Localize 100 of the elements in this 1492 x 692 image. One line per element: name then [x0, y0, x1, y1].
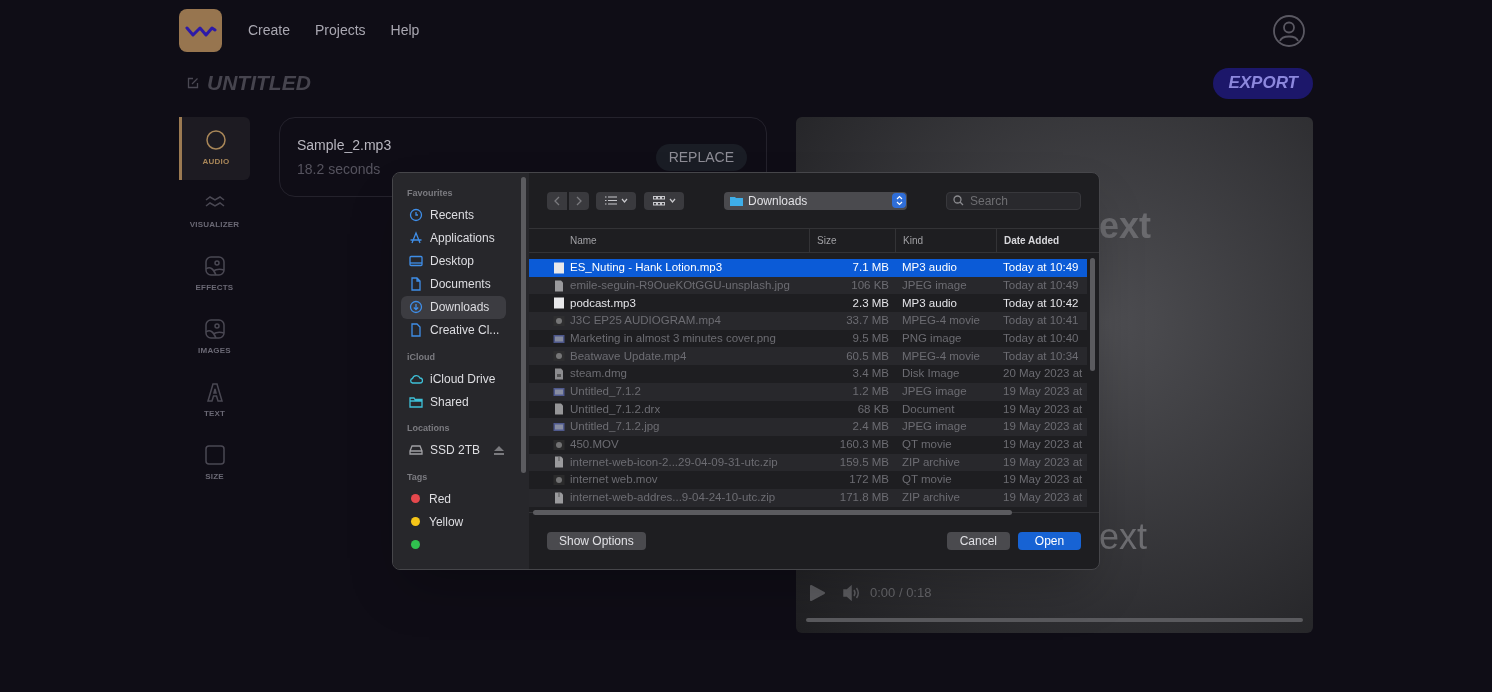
- file-kind: PNG image: [901, 330, 963, 346]
- edit-icon[interactable]: [187, 77, 199, 89]
- file-kind: QT movie: [901, 472, 953, 488]
- file-size: 106 KB: [850, 277, 890, 293]
- sidebar-item[interactable]: Creative Cl...: [401, 318, 506, 342]
- file-icon: [553, 350, 565, 363]
- file-size: 33.7 MB: [845, 313, 890, 329]
- search-input[interactable]: Search: [970, 191, 1070, 210]
- volume-icon[interactable]: [843, 585, 861, 601]
- back-button[interactable]: [547, 191, 567, 210]
- list-scrollbar[interactable]: [1090, 258, 1095, 371]
- date-added: 19 May 2023 at: [1002, 454, 1084, 470]
- file-name: Untitled_7.1.2.drx: [570, 401, 661, 417]
- file-icon: [553, 421, 565, 434]
- sidebar-item[interactable]: Downloads: [401, 295, 506, 319]
- export-button[interactable]: EXPORT: [1213, 67, 1313, 99]
- duration: 18.2 seconds: [297, 159, 382, 179]
- sidebar-item[interactable]: Red: [401, 487, 506, 510]
- tool-tab[interactable]: EFFECTS: [179, 243, 250, 306]
- file-icon: [553, 474, 565, 487]
- sidebar-item[interactable]: iCloud Drive: [401, 367, 506, 390]
- caret-icon: [620, 198, 628, 203]
- grid-view-button[interactable]: [644, 191, 684, 210]
- compass-a-icon: [409, 231, 423, 245]
- document-icon: [409, 277, 423, 291]
- date-added: Today at 10:49: [1002, 260, 1080, 276]
- sidebar-item[interactable]: SSD 2TB: [401, 438, 506, 462]
- section-heading: Locations: [406, 422, 451, 435]
- monitor-icon: [409, 254, 423, 268]
- sidebar-item[interactable]: Recents: [401, 203, 506, 227]
- file-size: 3.4 MB: [851, 366, 890, 382]
- file-kind: MPEG-4 movie: [901, 313, 981, 329]
- nav-link[interactable]: Create: [248, 20, 291, 41]
- drive-icon: [409, 443, 423, 457]
- file-name: internet-web-icon-2...29-04-09-31-utc.zip: [570, 454, 778, 470]
- cancel-button[interactable]: Cancel: [946, 532, 1010, 550]
- square-icon: [203, 444, 226, 466]
- tool-tab[interactable]: TEXT: [179, 369, 250, 432]
- sidebar-scrollbar[interactable]: [521, 177, 526, 473]
- file-name: internet web.mov: [570, 472, 658, 488]
- nav-link[interactable]: Help: [390, 20, 420, 41]
- chevron-left-icon: [554, 195, 560, 206]
- location-dropdown[interactable]: Downloads: [724, 191, 907, 210]
- file-icon: [553, 385, 565, 398]
- nav-link[interactable]: Projects: [315, 20, 366, 41]
- file-icon: [553, 332, 565, 345]
- tool-tab[interactable]: SIZE: [179, 432, 250, 495]
- file-size: 172 MB: [848, 472, 890, 488]
- column-header[interactable]: Date Added: [996, 229, 1099, 252]
- column-header[interactable]: Kind: [895, 229, 996, 252]
- date-added: Today at 10:40: [1002, 330, 1080, 346]
- replace-button[interactable]: REPLACE: [655, 143, 747, 171]
- section-heading: Favourites: [406, 187, 454, 200]
- file-kind: ZIP archive: [901, 454, 961, 470]
- file-size: 9.5 MB: [851, 330, 890, 346]
- file-kind: Disk Image: [901, 366, 961, 382]
- file-row[interactable]: ES_Nuting - Hank Lotion.mp3 7.1 MB MP3 audio Today at 10:49: [529, 259, 1087, 277]
- file-kind: JPEG image: [901, 384, 968, 400]
- tool-tab[interactable]: AUDIO: [179, 117, 250, 180]
- app-logo[interactable]: [179, 9, 222, 52]
- file-icon: [553, 456, 565, 469]
- open-button[interactable]: Open: [1018, 532, 1081, 550]
- eject-icon[interactable]: [494, 445, 504, 455]
- file-size: 171.8 MB: [838, 490, 890, 506]
- file-icon: [553, 491, 565, 504]
- sidebar-item[interactable]: Desktop: [401, 249, 506, 273]
- file-kind: MP3 audio: [901, 260, 958, 276]
- file-size: 60.5 MB: [845, 348, 890, 364]
- list-view-button[interactable]: [596, 191, 636, 210]
- section-heading: iCloud: [406, 350, 436, 364]
- file-name: J3C EP25 AUDIOGRAM.mp4: [570, 313, 721, 329]
- folder-icon: [730, 195, 743, 206]
- column-header[interactable]: Size: [809, 229, 895, 252]
- search-field[interactable]: Search: [946, 191, 1081, 210]
- preview-text: ext: [1099, 515, 1148, 559]
- date-added: Today at 10:42: [1002, 295, 1080, 311]
- column-header[interactable]: Name: [529, 229, 809, 252]
- file-name: podcast.mp3: [570, 295, 636, 311]
- file-icon: [553, 279, 565, 292]
- chevron-right-icon: [576, 195, 582, 206]
- sidebar-item[interactable]: Yellow: [401, 510, 506, 533]
- sidebar-item[interactable]: Documents: [401, 272, 506, 296]
- date-added: 19 May 2023 at: [1002, 384, 1084, 400]
- file-name: Untitled_7.1.2: [570, 384, 641, 400]
- document-icon: [409, 323, 423, 337]
- sidebar-item[interactable]: Applications: [401, 226, 506, 250]
- tool-tab[interactable]: VISUALIZER: [179, 180, 250, 243]
- tool-tab[interactable]: IMAGES: [179, 306, 250, 369]
- file-size: 7.1 MB: [851, 260, 890, 276]
- file-kind: Document: [901, 401, 956, 417]
- file-kind: ZIP archive: [901, 490, 961, 506]
- play-icon[interactable]: [808, 584, 826, 602]
- date-added: 19 May 2023 at: [1002, 472, 1084, 488]
- show-options-button[interactable]: Show Options: [547, 532, 646, 550]
- date-added: 19 May 2023 at: [1002, 490, 1084, 506]
- file-name: Sample_2.mp3: [297, 135, 392, 155]
- horizontal-scrollbar[interactable]: [533, 510, 1012, 515]
- forward-button[interactable]: [569, 191, 589, 210]
- sidebar-item[interactable]: Shared: [401, 390, 506, 413]
- user-icon[interactable]: [1273, 14, 1305, 47]
